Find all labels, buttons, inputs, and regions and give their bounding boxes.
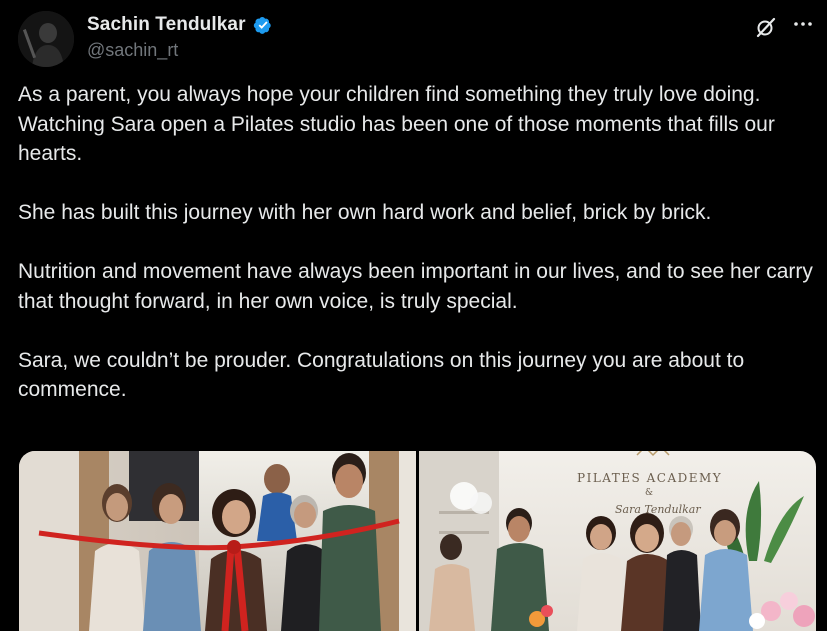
media-photo-ribbon-cutting[interactable] (19, 451, 416, 631)
tweet-paragraph: As a parent, you always hope your childr… (18, 83, 775, 165)
tweet-paragraph: Sara, we couldn’t be prouder. Congratula… (18, 348, 745, 402)
author-display-name[interactable]: Sachin Tendulkar (87, 14, 246, 36)
studio-sign-ampersand: & (645, 488, 653, 498)
media-photo-group[interactable]: PILATES ACADEMY & Sara Tendulkar (419, 451, 816, 631)
grok-icon[interactable] (754, 15, 778, 39)
studio-sign-signature: Sara Tendulkar (615, 503, 701, 516)
tweet-paragraph: She has built this journey with her own … (18, 201, 712, 224)
tweet-body: As a parent, you always hope your childr… (18, 80, 813, 434)
tweet-paragraph: Nutrition and movement have always been … (18, 260, 813, 313)
profile-avatar[interactable] (18, 11, 74, 67)
studio-sign-title: PILATES ACADEMY (577, 471, 722, 485)
verified-badge-icon (253, 17, 271, 34)
author-name-row: Sachin Tendulkar (87, 14, 274, 36)
more-options-icon[interactable] (792, 12, 814, 36)
author-handle[interactable]: @sachin_rt (87, 40, 178, 61)
